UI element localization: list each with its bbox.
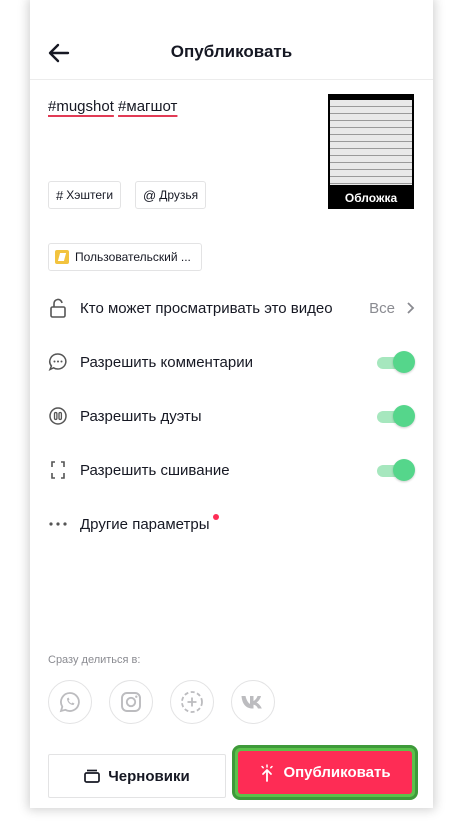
share-instagram-button[interactable] bbox=[109, 680, 153, 724]
publish-label: Опубликовать bbox=[283, 764, 391, 781]
cover-image bbox=[330, 100, 412, 185]
cover-label: Обложка bbox=[344, 191, 398, 205]
more-options-row[interactable]: Другие параметры bbox=[30, 504, 433, 544]
more-dots-icon bbox=[48, 514, 68, 534]
share-vk-button[interactable] bbox=[231, 680, 275, 724]
comment-icon bbox=[48, 352, 68, 372]
hashtags-label: Хэштеги bbox=[66, 188, 114, 202]
stitch-label: Разрешить сшивание bbox=[80, 461, 230, 479]
mention-friends-button[interactable]: @ Друзья bbox=[135, 181, 207, 209]
vk-icon bbox=[241, 696, 262, 709]
comments-toggle[interactable] bbox=[377, 351, 415, 373]
hashtag-icon: # bbox=[56, 187, 64, 203]
publish-button[interactable]: Опубликовать bbox=[238, 751, 412, 794]
friends-label: Друзья bbox=[159, 188, 199, 202]
privacy-label: Кто может просматривать это видео bbox=[80, 299, 333, 317]
comments-row: Разрешить комментарии bbox=[30, 342, 433, 382]
publish-highlight: Опубликовать bbox=[232, 745, 418, 800]
hashtag-magshot[interactable]: #магшот bbox=[118, 98, 177, 115]
effect-chip[interactable]: Пользовательский ... bbox=[48, 243, 202, 271]
caption-input[interactable]: #mugshot #магшот bbox=[48, 98, 177, 115]
duets-toggle[interactable] bbox=[377, 405, 415, 427]
share-label: Сразу делиться в: bbox=[48, 654, 141, 666]
publish-screen: Опубликовать #mugshot #магшот Обложка # … bbox=[30, 0, 433, 808]
whatsapp-icon bbox=[59, 692, 80, 713]
privacy-row[interactable]: Кто может просматривать это видео Все bbox=[30, 288, 433, 328]
more-options-label: Другие параметры bbox=[80, 515, 210, 533]
privacy-value: Все bbox=[369, 299, 395, 317]
duets-label: Разрешить дуэты bbox=[80, 407, 202, 425]
effect-label: Пользовательский ... bbox=[75, 250, 191, 264]
stitch-toggle[interactable] bbox=[377, 459, 415, 481]
duet-icon bbox=[48, 406, 68, 426]
share-story-button[interactable] bbox=[170, 680, 214, 724]
stitch-row: Разрешить сшивание bbox=[30, 450, 433, 490]
unlock-icon bbox=[48, 298, 68, 318]
chevron-right-icon bbox=[407, 302, 415, 314]
drafts-icon bbox=[84, 769, 101, 783]
effect-icon bbox=[55, 250, 69, 264]
share-whatsapp-button[interactable] bbox=[48, 680, 92, 724]
header: Опубликовать bbox=[30, 0, 433, 80]
cover-thumbnail[interactable]: Обложка bbox=[328, 94, 414, 209]
page-title: Опубликовать bbox=[170, 42, 293, 61]
drafts-button[interactable]: Черновики bbox=[48, 754, 226, 798]
duets-row: Разрешить дуэты bbox=[30, 396, 433, 436]
stitch-icon bbox=[48, 460, 68, 480]
notification-dot bbox=[213, 514, 219, 520]
instagram-icon bbox=[121, 692, 141, 712]
upload-sparkle-icon bbox=[261, 763, 274, 782]
hashtags-button[interactable]: # Хэштеги bbox=[48, 181, 122, 209]
comments-label: Разрешить комментарии bbox=[80, 353, 253, 371]
hashtag-mugshot[interactable]: #mugshot bbox=[48, 98, 114, 115]
drafts-label: Черновики bbox=[108, 767, 190, 785]
at-icon: @ bbox=[143, 187, 157, 203]
add-story-icon bbox=[181, 691, 203, 713]
